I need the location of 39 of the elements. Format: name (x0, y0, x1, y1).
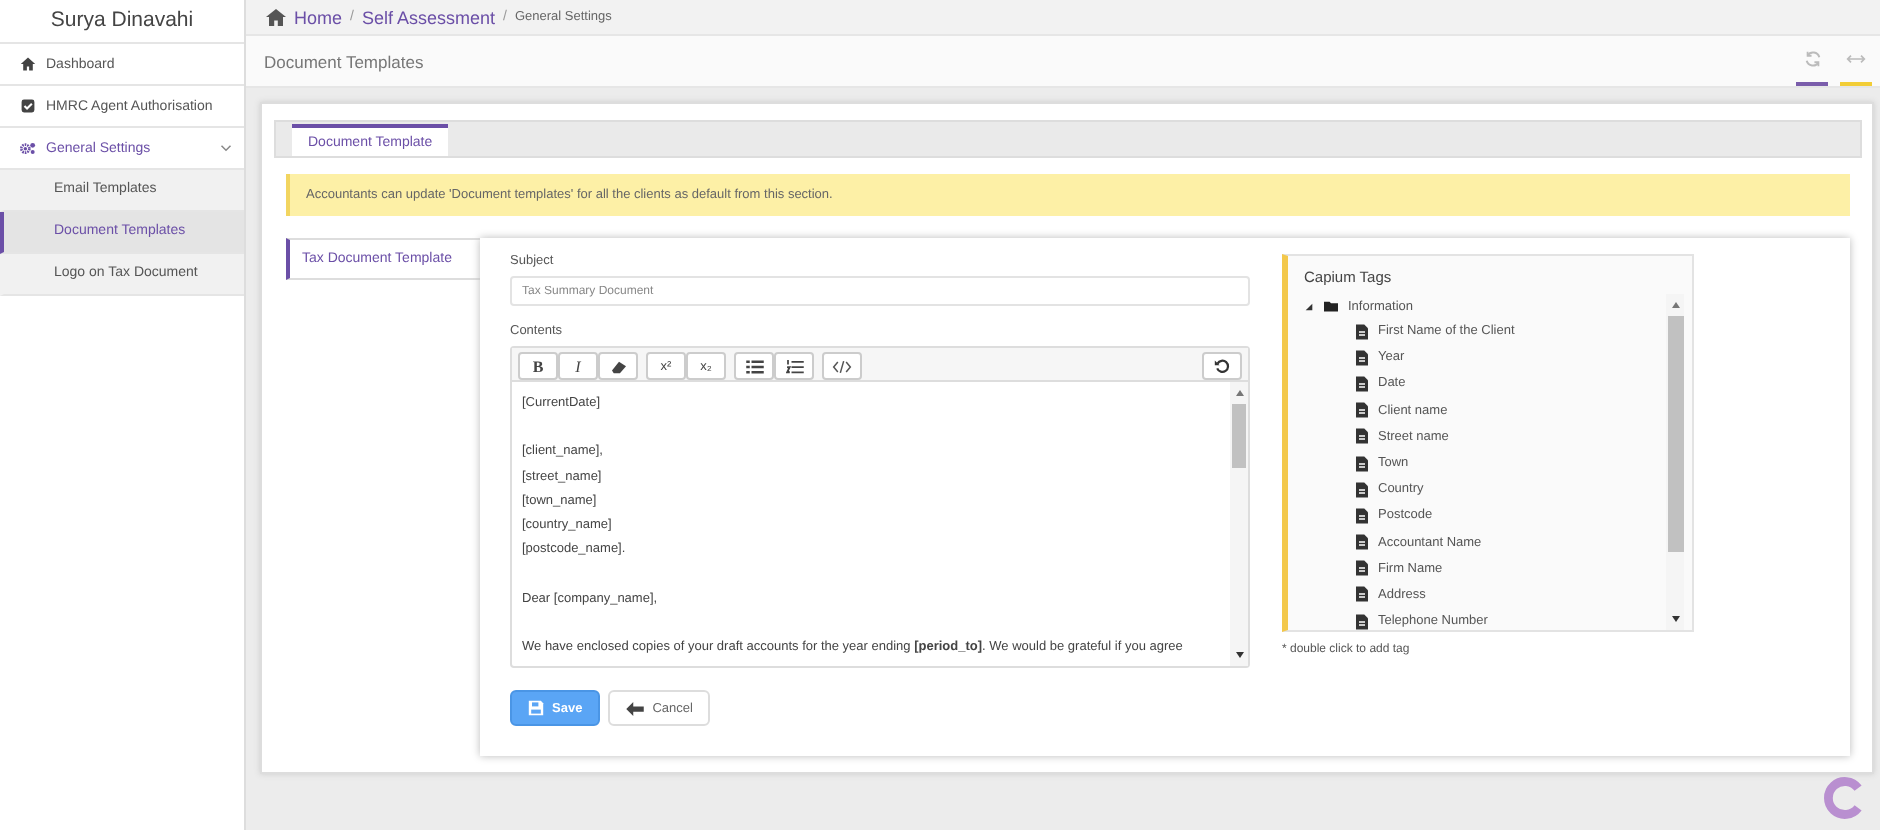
breadcrumb-link[interactable]: Self Assessment (361, 7, 495, 27)
document-icon (1356, 586, 1368, 603)
document-icon (1356, 534, 1368, 551)
page-title: Document Templates (264, 51, 426, 71)
code-icon (832, 359, 852, 373)
expand-icon[interactable] (1304, 301, 1314, 311)
document-icon (1356, 349, 1368, 366)
refresh-icon (1803, 50, 1821, 68)
document-icon (1356, 428, 1368, 445)
undo-button[interactable] (1202, 352, 1242, 380)
eraser-button[interactable] (598, 352, 638, 380)
logo-icon (1824, 776, 1868, 820)
double-arrow-icon (1846, 54, 1866, 64)
undo-icon (1214, 358, 1230, 374)
ol-button[interactable] (774, 352, 814, 380)
document-icon (1356, 560, 1368, 577)
document-icon (1356, 507, 1368, 524)
breadcrumb-link[interactable]: Home (294, 7, 343, 27)
gears-icon (20, 140, 36, 156)
document-icon (1356, 455, 1368, 472)
arrow-left-icon (626, 701, 645, 715)
code-button[interactable] (822, 352, 862, 380)
folder-icon (1324, 300, 1338, 312)
numbered-list-icon (785, 359, 803, 373)
bullet-list-icon (745, 359, 763, 373)
ul-button[interactable] (734, 352, 774, 380)
home-icon (266, 8, 286, 26)
document-icon (1356, 481, 1368, 498)
home-icon (20, 56, 36, 72)
user-name: Surya Dinavahi (0, 0, 244, 44)
scrollbar[interactable] (1230, 382, 1248, 666)
document-icon (1356, 402, 1368, 419)
italic-button[interactable]: I (558, 352, 598, 380)
document-icon (1356, 375, 1368, 392)
bold-button[interactable]: B (518, 352, 558, 380)
scrollbar[interactable] (1666, 294, 1684, 630)
checkbox-icon (20, 98, 36, 114)
document-icon (1356, 323, 1368, 340)
eraser-icon (609, 359, 627, 373)
